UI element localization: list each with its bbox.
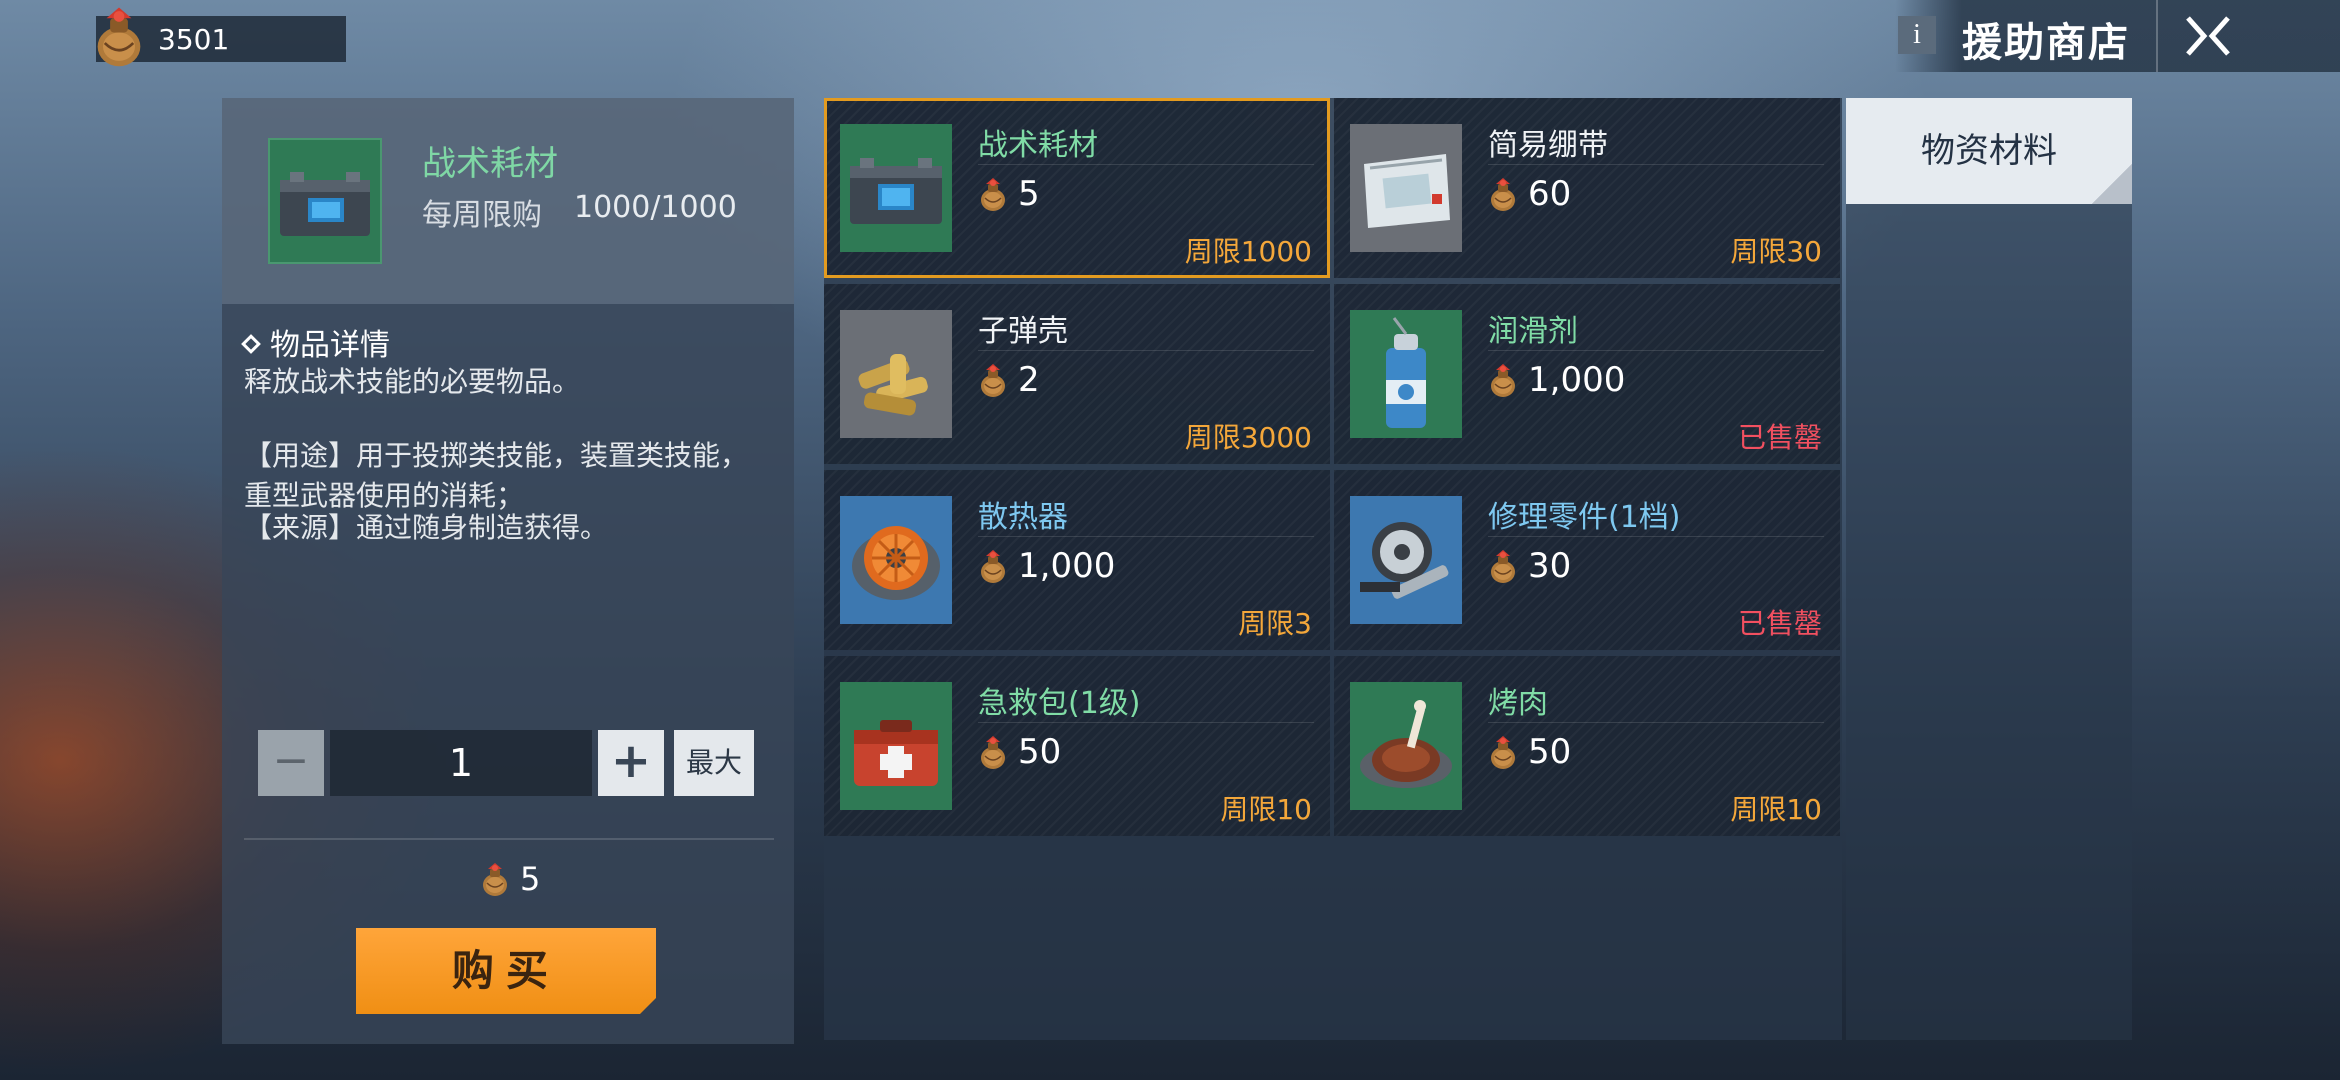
total-price-value: 5 bbox=[520, 860, 541, 898]
item-price-value: 1,000 bbox=[1528, 360, 1626, 400]
item-usage: 【用途】用于投掷类技能，装置类技能，重型武器使用的消耗； bbox=[244, 439, 749, 512]
supply-bag-icon bbox=[1488, 548, 1518, 584]
roast-meat-icon bbox=[1350, 682, 1462, 810]
supply-bag-icon bbox=[978, 362, 1008, 398]
item-price: 50 bbox=[1488, 732, 1571, 772]
increase-quantity-button[interactable]: + bbox=[598, 730, 664, 796]
supply-bag-icon bbox=[1488, 362, 1518, 398]
divider bbox=[978, 536, 1314, 537]
supply-bag-icon bbox=[978, 176, 1008, 212]
diamond-icon bbox=[241, 334, 261, 354]
total-price: 5 bbox=[480, 860, 540, 898]
first-aid-kit-icon bbox=[840, 682, 952, 810]
close-icon bbox=[2186, 16, 2230, 56]
item-name: 散热器 bbox=[978, 500, 1068, 535]
spray-can-icon bbox=[1350, 310, 1462, 438]
divider bbox=[978, 164, 1314, 165]
section-title: 物品详情 bbox=[241, 320, 390, 364]
supply-bag-icon bbox=[480, 861, 510, 897]
weekly-limit-label: 每周限购 bbox=[422, 198, 542, 233]
divider bbox=[978, 722, 1314, 723]
item-limit: 周限10 bbox=[1730, 793, 1822, 826]
item-card[interactable]: 急救包(1级) 50 周限10 bbox=[824, 656, 1330, 836]
bullet-casings-icon bbox=[840, 310, 952, 438]
item-grid: 战术耗材 5 周限1000 简易绷带 60 周限30 子弹壳 2 周限3000 … bbox=[824, 98, 1842, 1040]
item-price: 1,000 bbox=[978, 546, 1115, 586]
currency-amount: 3501 bbox=[158, 22, 230, 56]
item-card[interactable]: 子弹壳 2 周限3000 bbox=[824, 284, 1330, 464]
item-price: 30 bbox=[1488, 546, 1571, 586]
close-button[interactable] bbox=[2156, 0, 2256, 72]
item-price: 60 bbox=[1488, 174, 1571, 214]
item-price-value: 5 bbox=[1018, 174, 1040, 214]
section-title-text: 物品详情 bbox=[270, 328, 390, 363]
item-detail-panel: 战术耗材 每周限购 1000/1000 物品详情 释放战术技能的必要物品。 【用… bbox=[222, 98, 794, 1044]
page-title: 援助商店 bbox=[1962, 20, 2130, 66]
item-limit: 周限10 bbox=[1220, 793, 1312, 826]
item-name: 简易绷带 bbox=[1488, 128, 1608, 163]
max-quantity-button[interactable]: 最大 bbox=[674, 730, 754, 796]
detail-item-name: 战术耗材 bbox=[422, 144, 558, 184]
item-price-value: 50 bbox=[1018, 732, 1062, 772]
item-card[interactable]: 战术耗材 5 周限1000 bbox=[824, 98, 1330, 278]
supply-bag-icon bbox=[90, 4, 148, 68]
tab-label: 物资材料 bbox=[1921, 131, 2057, 171]
item-description: 释放战术技能的必要物品。 bbox=[244, 365, 581, 398]
divider bbox=[978, 350, 1314, 351]
item-limit: 周限30 bbox=[1730, 235, 1822, 268]
item-price-value: 1,000 bbox=[1018, 546, 1116, 586]
item-name: 战术耗材 bbox=[978, 128, 1098, 163]
battery-icon bbox=[268, 138, 382, 264]
item-limit: 周限3000 bbox=[1184, 421, 1312, 454]
item-card[interactable]: 散热器 1,000 周限3 bbox=[824, 470, 1330, 650]
supply-bag-icon bbox=[1488, 734, 1518, 770]
item-limit: 周限3 bbox=[1238, 607, 1312, 640]
supply-bag-icon bbox=[978, 734, 1008, 770]
item-name: 润滑剂 bbox=[1488, 314, 1578, 349]
divider bbox=[1488, 350, 1824, 351]
item-price-value: 30 bbox=[1528, 546, 1572, 586]
divider bbox=[1488, 164, 1824, 165]
category-tabs: 物资材料 bbox=[1846, 98, 2132, 1040]
info-button[interactable]: i bbox=[1898, 16, 1936, 54]
item-limit: 已售罄 bbox=[1737, 607, 1822, 640]
supply-bag-icon bbox=[978, 548, 1008, 584]
item-price: 5 bbox=[978, 174, 1040, 214]
item-name: 急救包(1级) bbox=[978, 686, 1141, 721]
tab-corner bbox=[2092, 164, 2132, 204]
item-limit: 周限1000 bbox=[1184, 235, 1312, 268]
item-price-value: 2 bbox=[1018, 360, 1040, 400]
item-price: 2 bbox=[978, 360, 1040, 400]
item-name: 烤肉 bbox=[1488, 686, 1548, 721]
divider bbox=[1488, 722, 1824, 723]
item-price-value: 50 bbox=[1528, 732, 1572, 772]
cooling-fan-icon bbox=[840, 496, 952, 624]
repair-parts-icon bbox=[1350, 496, 1462, 624]
item-card[interactable]: 烤肉 50 周限10 bbox=[1334, 656, 1840, 836]
decrease-quantity-button[interactable]: − bbox=[258, 730, 324, 796]
supply-bag-icon bbox=[1488, 176, 1518, 212]
divider bbox=[244, 838, 774, 840]
weekly-limit-value: 1000/1000 bbox=[574, 190, 737, 225]
battery-icon bbox=[840, 124, 952, 252]
quantity-field[interactable]: 1 bbox=[330, 730, 592, 796]
item-name: 修理零件(1档) bbox=[1488, 500, 1681, 535]
divider bbox=[1488, 536, 1824, 537]
item-card[interactable]: 简易绷带 60 周限30 bbox=[1334, 98, 1840, 278]
buy-button[interactable]: 购买 bbox=[356, 928, 656, 1014]
item-price: 50 bbox=[978, 732, 1061, 772]
item-card[interactable]: 润滑剂 1,000 已售罄 bbox=[1334, 284, 1840, 464]
item-limit: 已售罄 bbox=[1737, 421, 1822, 454]
bandage-icon bbox=[1350, 124, 1462, 252]
currency-display: 3501 bbox=[96, 16, 346, 62]
tab-materials[interactable]: 物资材料 bbox=[1846, 98, 2132, 204]
item-source: 【来源】通过随身制造获得。 bbox=[244, 511, 609, 544]
item-price: 1,000 bbox=[1488, 360, 1625, 400]
item-name: 子弹壳 bbox=[978, 314, 1068, 349]
item-price-value: 60 bbox=[1528, 174, 1572, 214]
item-card[interactable]: 修理零件(1档) 30 已售罄 bbox=[1334, 470, 1840, 650]
